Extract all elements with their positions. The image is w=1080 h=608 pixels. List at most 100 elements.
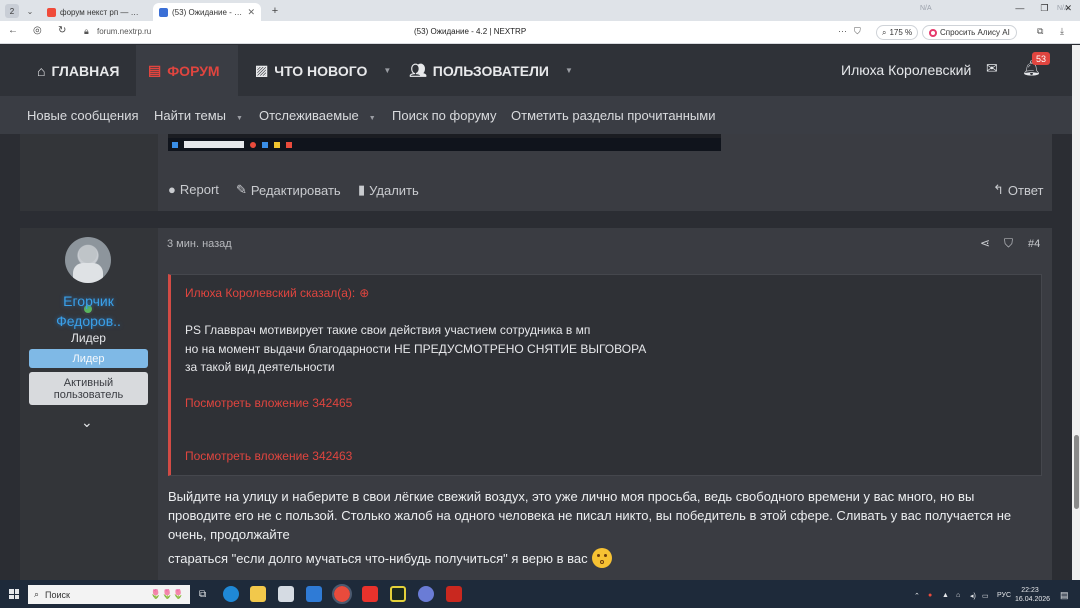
prev-post-body: ● Report ✎ Редактировать ▮ Удалить ↰ Ответ bbox=[158, 134, 1052, 211]
alice-icon bbox=[929, 28, 937, 37]
post-number[interactable]: #4 bbox=[1028, 238, 1040, 250]
post-author-name[interactable]: Егорчик Федоров.. bbox=[29, 291, 148, 331]
prev-post-sidebar bbox=[20, 134, 158, 211]
subnav-watched[interactable]: Отслеживаемые ▼ bbox=[259, 108, 376, 123]
forum-icon: ▤ bbox=[148, 62, 162, 78]
network-icon[interactable]: ⌂ bbox=[956, 592, 960, 599]
bookmark-post-icon[interactable]: ⛉ bbox=[1004, 236, 1013, 251]
app-icon bbox=[286, 141, 292, 148]
bookmark-icon[interactable]: ⛉ bbox=[854, 26, 861, 37]
tray-expand-icon[interactable]: ⌃ bbox=[914, 592, 920, 600]
app-icon[interactable] bbox=[390, 586, 406, 602]
edit-button[interactable]: ✎ Редактировать bbox=[236, 182, 341, 198]
tray-app-icon[interactable]: ▲ bbox=[942, 592, 949, 599]
account-username[interactable]: Илюха Королевский bbox=[841, 62, 971, 78]
nextrp-favicon-icon bbox=[159, 7, 168, 17]
subnav-find-threads[interactable]: Найти темы ▼ bbox=[154, 108, 243, 123]
trash-icon: ▮ bbox=[358, 182, 366, 197]
edge-icon[interactable] bbox=[223, 586, 239, 602]
close-window-icon[interactable]: ✕ bbox=[1064, 3, 1072, 14]
chevron-down-icon[interactable]: ▼ bbox=[565, 66, 573, 75]
clock[interactable]: 22:23 16.04.2026 bbox=[1015, 586, 1050, 604]
windows-start-icon[interactable] bbox=[9, 589, 19, 599]
lock-icon[interactable]: 🔒︎ bbox=[84, 26, 89, 37]
home-icon: ⌂ bbox=[37, 62, 46, 79]
discord-icon[interactable] bbox=[418, 586, 434, 602]
reply-button[interactable]: ↰ Ответ bbox=[993, 182, 1044, 198]
minimize-icon[interactable]: — bbox=[1015, 3, 1024, 14]
chevron-down-icon[interactable]: ▼ bbox=[369, 115, 376, 122]
reply-icon: ↰ bbox=[993, 182, 1004, 197]
search-icon: ⌕ bbox=[882, 27, 887, 37]
nav-forum[interactable]: ▤ ФОРУМ bbox=[136, 45, 238, 96]
post-time[interactable]: 3 мин. назад bbox=[167, 238, 232, 250]
user-badge-active: Активный пользователь bbox=[29, 372, 148, 405]
zoom-indicator[interactable]: ⌕ 175 % bbox=[876, 25, 919, 40]
attachment-link[interactable]: Посмотреть вложение 342463 bbox=[185, 449, 352, 463]
maximize-icon[interactable]: ❐ bbox=[1040, 3, 1048, 14]
attachment-taskbar bbox=[168, 138, 721, 151]
new-tab-button[interactable]: + bbox=[267, 3, 283, 19]
download-icon[interactable]: ⤓ bbox=[1060, 26, 1064, 37]
windows-icon bbox=[172, 141, 178, 148]
expand-chevron-icon[interactable]: ⌄ bbox=[81, 414, 93, 431]
author-title: Лидер bbox=[71, 331, 106, 345]
edit-label: Редактировать bbox=[250, 182, 341, 198]
alice-button[interactable]: Спросить Алису AI bbox=[922, 25, 1017, 40]
shield-icon[interactable]: ◎ bbox=[33, 25, 42, 36]
chevron-down-icon[interactable]: ▼ bbox=[383, 66, 391, 75]
app-icon[interactable] bbox=[446, 586, 462, 602]
ghost-text: N/A bbox=[920, 5, 932, 12]
yandex-icon[interactable] bbox=[362, 586, 378, 602]
language-indicator[interactable]: РУС bbox=[997, 592, 1011, 599]
subnav-mark-read[interactable]: Отметить разделы прочитанными bbox=[511, 108, 715, 123]
tab-forum-search[interactable]: форум некст рп — Яндекс bbox=[41, 3, 149, 21]
search-placeholder: Поиск bbox=[45, 589, 70, 600]
delete-button[interactable]: ▮ Удалить bbox=[358, 182, 419, 198]
subnav-search-forum[interactable]: Поиск по форуму bbox=[392, 108, 496, 123]
mail-app-icon[interactable] bbox=[306, 586, 322, 602]
chevron-down-icon[interactable]: ▼ bbox=[236, 115, 243, 122]
yandex-browser-icon[interactable] bbox=[332, 584, 352, 604]
nav-whats-new[interactable]: ▨ ЧТО НОВОГО ▼ bbox=[255, 45, 391, 96]
subnav-new-posts[interactable]: Новые сообщения bbox=[27, 108, 139, 123]
site-subnav: Новые сообщения Найти темы ▼ Отслеживаемы… bbox=[0, 96, 1072, 134]
reload-icon[interactable]: ↻ bbox=[58, 25, 66, 36]
attachment-screenshot[interactable] bbox=[168, 134, 721, 151]
url-field[interactable]: forum.nextrp.ru bbox=[97, 27, 151, 36]
store-icon[interactable] bbox=[278, 586, 294, 602]
tab-title: форум некст рп — Яндекс bbox=[60, 7, 143, 17]
explorer-icon[interactable] bbox=[250, 586, 266, 602]
tab-active-nextrp[interactable]: (53) Ожидание - 4.2 | NEXTRP ✕ bbox=[153, 3, 261, 21]
report-button[interactable]: ● Report bbox=[168, 182, 219, 197]
thread-content: ● Report ✎ Редактировать ▮ Удалить ↰ Ответ Е… bbox=[0, 134, 1072, 580]
avatar[interactable] bbox=[65, 237, 111, 283]
avatar-body bbox=[73, 263, 103, 283]
battery-icon[interactable]: ▭ bbox=[982, 592, 989, 600]
close-tab-icon[interactable]: ✕ bbox=[247, 7, 255, 18]
quote-header[interactable]: Илюха Королевский сказал(а): ⊕ bbox=[185, 286, 369, 300]
volume-icon[interactable]: ◂) bbox=[970, 592, 976, 600]
task-view-icon[interactable]: ⧉ bbox=[199, 589, 206, 600]
nav-users[interactable]: 👥︎ ПОЛЬЗОВАТЕЛИ ▼ bbox=[409, 45, 573, 96]
quote-author: Илюха Королевский сказал(а): bbox=[185, 286, 356, 300]
notifications-icon[interactable]: ▤ bbox=[1060, 590, 1069, 601]
post-message-last: стараться "если долго мучаться что-нибуд… bbox=[168, 548, 1040, 568]
back-icon[interactable]: ← bbox=[8, 25, 18, 36]
tray-app-icon[interactable]: ● bbox=[928, 592, 932, 599]
tabs-dropdown-icon[interactable]: ⌄ bbox=[23, 4, 37, 18]
nav-home[interactable]: ⌂ ГЛАВНАЯ bbox=[37, 45, 119, 96]
taskbar-search-box[interactable]: ⌕ Поиск 🌷🌷🌷 bbox=[28, 585, 190, 604]
more-icon[interactable]: ··· bbox=[838, 26, 847, 36]
extensions-icon[interactable]: ⧉ bbox=[1037, 26, 1043, 37]
attachment-link[interactable]: Посмотреть вложение 342465 bbox=[185, 396, 352, 410]
mail-icon[interactable]: ✉ bbox=[986, 60, 998, 77]
post-message: Выйдите на улицу и наберите в свои лёгки… bbox=[168, 489, 1012, 542]
browser-address-bar: ← ◎ ↻ 🔒︎ forum.nextrp.ru (53) Ожидание -… bbox=[0, 21, 1080, 44]
quote-line: за такой вид деятельности bbox=[185, 360, 335, 374]
quote-source-icon[interactable]: ⊕ bbox=[359, 286, 369, 300]
tab-counter[interactable]: 2 bbox=[5, 4, 19, 18]
share-icon[interactable]: ⋖ bbox=[980, 236, 990, 250]
app-icon bbox=[250, 141, 256, 148]
page-scrollbar-thumb[interactable] bbox=[1074, 435, 1079, 509]
